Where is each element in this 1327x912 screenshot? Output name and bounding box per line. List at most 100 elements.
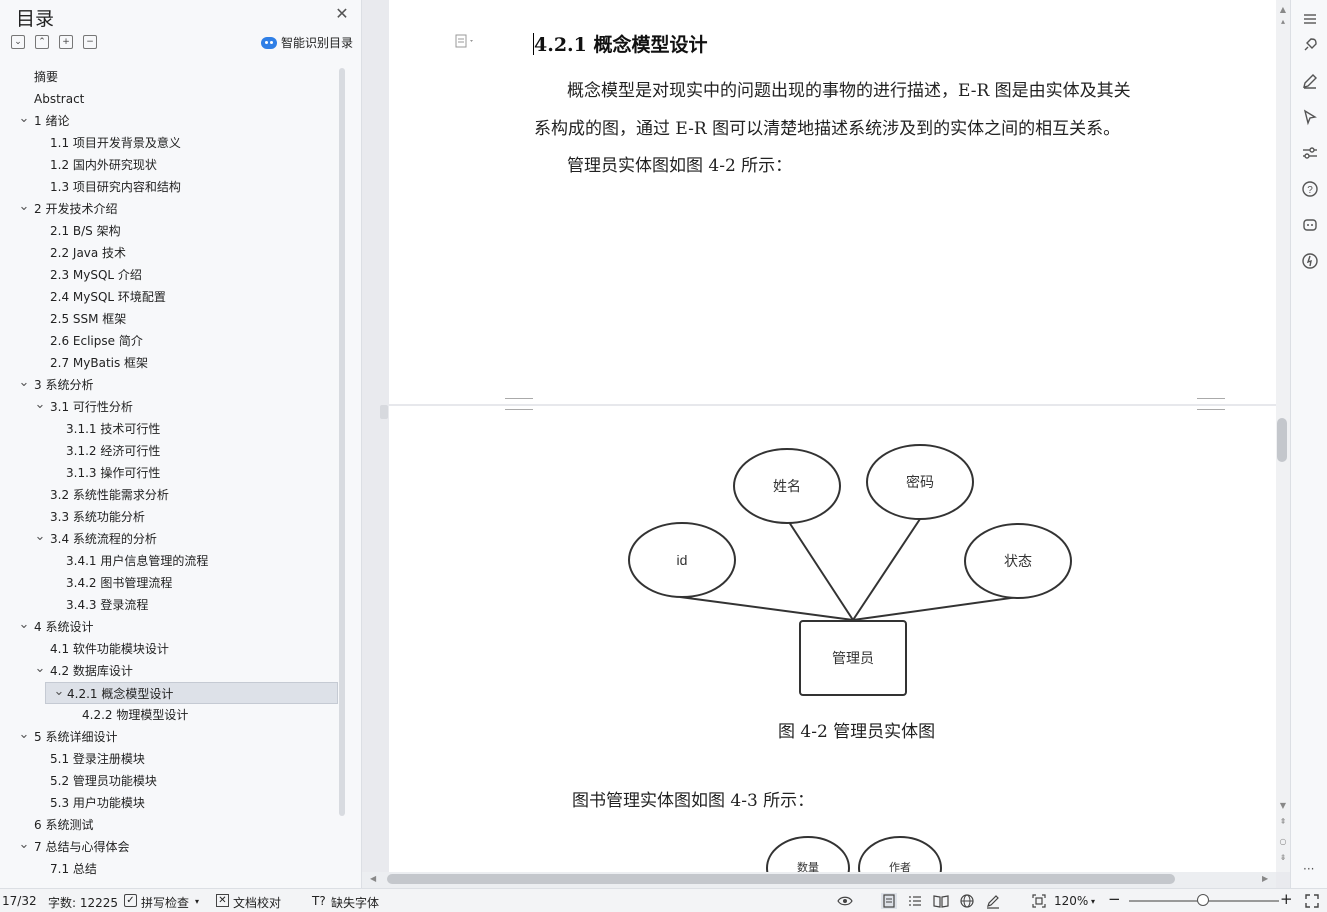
toc-item[interactable]: 1.3 项目研究内容和结构 <box>8 176 338 198</box>
select-browse-icon[interactable]: ○ <box>1276 836 1290 848</box>
chevron-down-icon[interactable]: ⌄ <box>17 616 31 634</box>
panel-splitter[interactable] <box>362 0 388 888</box>
toc-item[interactable]: 3.4.2 图书管理流程 <box>8 572 338 594</box>
page-indicator[interactable]: 17/32 <box>2 894 37 908</box>
word-count[interactable]: 字数: 12225 <box>48 894 118 911</box>
prev-page-icon[interactable]: ⇞ <box>1276 816 1290 828</box>
scroll-up-icon[interactable]: ▲ <box>1276 4 1290 16</box>
chevron-down-icon[interactable]: ⌄ <box>17 836 31 854</box>
web-view-icon[interactable] <box>959 893 975 909</box>
fit-page-icon[interactable] <box>1031 893 1047 909</box>
next-page-icon[interactable]: ⇟ <box>1276 852 1290 864</box>
toc-item[interactable]: 2.7 MyBatis 框架 <box>8 352 338 374</box>
scroll-down-icon[interactable]: ▼ <box>1276 800 1290 812</box>
toc-item[interactable]: ⌄ 3.1 可行性分析 <box>8 396 338 418</box>
toc-item[interactable]: 1.1 项目开发背景及意义 <box>8 132 338 154</box>
toc-item[interactable]: 5.1 登录注册模块 <box>8 748 338 770</box>
minus-icon[interactable]: − <box>83 35 97 49</box>
doc-proof-button[interactable]: 文档校对 <box>233 894 281 911</box>
eye-icon[interactable] <box>837 893 853 909</box>
toc-item[interactable]: ⌄ 3 系统分析 <box>8 374 338 396</box>
plus-icon[interactable]: + <box>59 35 73 49</box>
toc-item[interactable]: 2.5 SSM 框架 <box>8 308 338 330</box>
expand-all-icon[interactable]: ⌃ <box>35 35 49 49</box>
write-mode-icon[interactable] <box>985 893 1001 909</box>
close-icon[interactable]: ✕ <box>334 6 350 22</box>
collapse-all-icon[interactable]: ⌄ <box>11 35 25 49</box>
toc-item[interactable]: 4.1 软件功能模块设计 <box>8 638 338 660</box>
zoom-level[interactable]: 120% <box>1054 894 1088 908</box>
fullscreen-icon[interactable] <box>1304 893 1320 909</box>
scroll-page-up-icon[interactable]: ▴ <box>1276 16 1290 28</box>
zoom-dropdown-icon[interactable]: ▾ <box>1091 897 1095 906</box>
toc-item[interactable]: ⌄ 5 系统详细设计 <box>8 726 338 748</box>
chevron-down-icon[interactable]: ⌄ <box>33 660 47 678</box>
toc-item-label: 3.3 系统功能分析 <box>50 510 145 524</box>
toc-item[interactable]: 7.1 总结 <box>8 858 338 880</box>
chevron-down-icon[interactable]: ⌄ <box>17 726 31 744</box>
toc-item[interactable]: 2.4 MySQL 环境配置 <box>8 286 338 308</box>
zoom-slider-knob[interactable] <box>1197 894 1209 906</box>
zoom-out-icon[interactable]: − <box>1108 890 1121 908</box>
toc-item[interactable]: 5.3 用户功能模块 <box>8 792 338 814</box>
toc-item[interactable]: 2.3 MySQL 介绍 <box>8 264 338 286</box>
missing-font-button[interactable]: 缺失字体 <box>331 894 379 911</box>
toc-item[interactable]: 3.4.1 用户信息管理的流程 <box>8 550 338 572</box>
chevron-down-icon[interactable]: ⌄ <box>17 374 31 392</box>
toc-item[interactable]: 3.1.2 经济可行性 <box>8 440 338 462</box>
chevron-down-icon[interactable]: ▾ <box>195 897 199 906</box>
toc-item[interactable]: ⌄ 4.2.1 概念模型设计 <box>45 682 338 704</box>
toc-item[interactable]: ⌄ 4.2 数据库设计 <box>8 660 338 682</box>
toc-item[interactable]: ⌄ 1 绪论 <box>8 110 338 132</box>
settings-sliders-icon[interactable] <box>1301 144 1319 162</box>
chevron-down-icon[interactable]: ⌄ <box>17 110 31 128</box>
toc-item-label: 1 绪论 <box>34 114 70 128</box>
pen-icon[interactable] <box>1301 72 1319 90</box>
cursor-icon[interactable] <box>1301 108 1319 126</box>
vertical-scroll-thumb[interactable] <box>1277 418 1287 462</box>
horizontal-scroll-thumb[interactable] <box>387 874 1175 884</box>
chevron-down-icon[interactable]: ⌄ <box>33 528 47 546</box>
ai-assistant-icon[interactable] <box>1301 216 1319 234</box>
toc-item[interactable]: 3.1.1 技术可行性 <box>8 418 338 440</box>
outline-view-icon[interactable] <box>907 893 923 909</box>
toc-item[interactable]: ⌄ 3.4 系统流程的分析 <box>8 528 338 550</box>
toc-item[interactable]: 2.1 B/S 架构 <box>8 220 338 242</box>
toc-item[interactable]: 摘要 <box>8 66 338 88</box>
toc-item[interactable]: Abstract <box>8 88 338 110</box>
scroll-right-icon[interactable]: ▶ <box>1262 874 1268 883</box>
toc-item[interactable]: 1.2 国内外研究现状 <box>8 154 338 176</box>
toc-item[interactable]: ⌄ 4 系统设计 <box>8 616 338 638</box>
rocket-icon[interactable] <box>1301 36 1319 54</box>
toc-item[interactable]: 2.6 Eclipse 简介 <box>8 330 338 352</box>
toc-scrollbar[interactable] <box>339 68 345 816</box>
scroll-left-icon[interactable]: ◀ <box>370 874 376 883</box>
more-icon[interactable]: ··· <box>1303 862 1314 876</box>
page-view-icon[interactable] <box>881 893 897 909</box>
toc-item[interactable]: 6 系统测试 <box>8 814 338 836</box>
document-canvas[interactable]: 4.2.1 概念模型设计 概念模型是对现实中的问题出现的事物的进行描述，E-R … <box>389 0 1276 872</box>
help-icon[interactable]: ? <box>1301 180 1319 198</box>
toc-item[interactable]: 3.4.3 登录流程 <box>8 594 338 616</box>
toc-item[interactable]: 3.2 系统性能需求分析 <box>8 484 338 506</box>
toc-item[interactable]: ⌄ 2 开发技术介绍 <box>8 198 338 220</box>
toc-item[interactable]: 2.2 Java 技术 <box>8 242 338 264</box>
er-attr-quantity: 数量 <box>797 861 819 872</box>
share-icon[interactable] <box>1301 252 1319 270</box>
smart-toc-button[interactable]: 智能识别目录 <box>261 34 353 51</box>
chevron-down-icon[interactable]: ⌄ <box>17 198 31 216</box>
toc-item[interactable]: 5.2 管理员功能模块 <box>8 770 338 792</box>
menu-icon[interactable] <box>1301 10 1319 28</box>
paragraph-icon[interactable] <box>455 34 473 50</box>
toc-item[interactable]: 3.3 系统功能分析 <box>8 506 338 528</box>
spell-check-button[interactable]: 拼写检查 <box>141 894 189 911</box>
checkbox-icon[interactable]: ✓ <box>124 894 137 907</box>
chevron-down-icon[interactable]: ⌄ <box>52 683 66 701</box>
splitter-handle[interactable] <box>380 405 388 419</box>
toc-item[interactable]: 4.2.2 物理模型设计 <box>8 704 338 726</box>
toc-item[interactable]: 3.1.3 操作可行性 <box>8 462 338 484</box>
reading-mode-icon[interactable] <box>933 893 949 909</box>
chevron-down-icon[interactable]: ⌄ <box>33 396 47 414</box>
zoom-in-icon[interactable]: + <box>1280 890 1293 908</box>
toc-item[interactable]: ⌄ 7 总结与心得体会 <box>8 836 338 858</box>
